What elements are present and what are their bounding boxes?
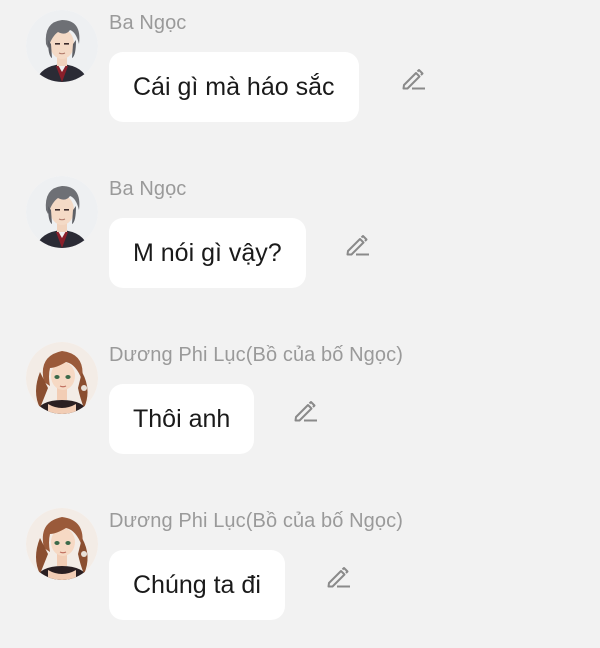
pencil-edit-icon[interactable] — [292, 398, 318, 424]
chat-message: Dương Phi Lục(Bồ của bố Ngọc) Chúng ta đ… — [0, 500, 600, 630]
message-bubble[interactable]: Thôi anh — [109, 384, 255, 454]
pencil-edit-icon[interactable] — [344, 232, 370, 258]
female-avatar[interactable] — [26, 508, 98, 580]
message-bubble[interactable]: Cái gì mà háo sắc — [109, 52, 359, 122]
sender-name: Dương Phi Lục(Bồ của bố Ngọc) — [109, 344, 403, 366]
sender-name: Dương Phi Lục(Bồ của bố Ngọc) — [109, 510, 403, 532]
male-character-avatar-icon — [26, 176, 98, 248]
chat-message: Dương Phi Lục(Bồ của bố Ngọc) Thôi anh — [0, 334, 600, 464]
female-character-avatar-icon — [26, 342, 98, 414]
sender-name: Ba Ngọc — [109, 178, 187, 200]
pencil-edit-icon[interactable] — [400, 66, 426, 92]
chat-message: Ba Ngọc Cái gì mà háo sắc — [0, 2, 600, 132]
chat-message: Ba Ngọc M nói gì vậy? — [0, 168, 600, 298]
message-bubble[interactable]: M nói gì vậy? — [109, 218, 306, 288]
pencil-edit-icon[interactable] — [325, 564, 351, 590]
male-character-avatar-icon — [26, 10, 98, 82]
message-bubble[interactable]: Chúng ta đi — [109, 550, 285, 620]
female-character-avatar-icon — [26, 508, 98, 580]
male-avatar[interactable] — [26, 10, 98, 82]
sender-name: Ba Ngọc — [109, 12, 187, 34]
female-avatar[interactable] — [26, 342, 98, 414]
male-avatar[interactable] — [26, 176, 98, 248]
